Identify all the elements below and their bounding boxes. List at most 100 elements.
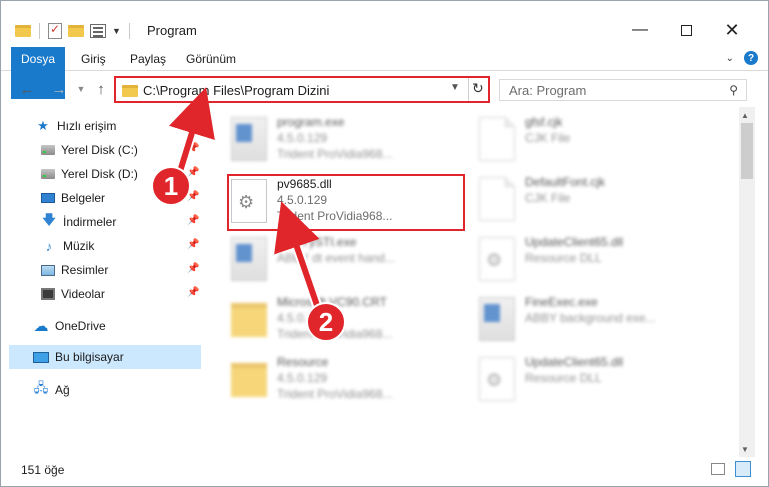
title-bar: ▼ Program — ✕ [1,1,768,47]
recent-locations-button[interactable]: ▼ [71,79,91,99]
sidebar-item-this-pc[interactable]: Bu bilgisayar [9,345,201,369]
maximize-icon [680,24,692,36]
list-item[interactable]: gfsf.cjk CJK File [479,113,719,165]
status-bar: 151 öğe [1,457,768,486]
maximize-button[interactable] [663,15,709,45]
sidebar-item-label: Bu bilgisayar [55,350,124,364]
pin-icon[interactable]: 📌 [187,287,199,298]
chevron-down-icon: ▼ [76,84,86,94]
navigation-pane: ★ Hızlı erişim Yerel Disk (C:) 📌 Yerel D… [1,107,205,453]
sidebar-item-label: Hızlı erişim [57,119,117,133]
vertical-scrollbar[interactable]: ▲ ▼ [739,107,755,457]
document-file-icon [479,177,515,221]
properties-check-icon[interactable] [48,22,62,39]
forward-button[interactable]: → [49,79,69,99]
file-type: Resource DLL [525,371,602,385]
sidebar-item-onedrive[interactable]: ☁ OneDrive [1,314,203,338]
ribbon-tabs: Dosya Giriş Paylaş Görünüm ⌄ ? [1,47,768,99]
scroll-up-icon[interactable]: ▲ [741,111,749,120]
folder-icon [231,303,267,337]
file-description: Trident ProVidia968... [277,147,393,161]
list-item[interactable]: ⚙ UpdateClient65.dll Resource DLL [479,233,719,285]
dll-gear-file-icon: ⚙ [479,237,515,281]
tab-view[interactable]: Görünüm [178,47,244,71]
file-type: CJK File [525,191,571,205]
sidebar-item-quick-access[interactable]: ★ Hızlı erişim [1,114,203,138]
document-file-icon [479,117,515,161]
new-folder-icon[interactable] [68,25,84,37]
search-input[interactable] [509,83,709,98]
list-item[interactable]: ABBYySTI.exe ABBY dt event hand... [231,233,471,285]
list-item[interactable]: Resource 4.5.0.129 Trident ProVidia968..… [231,353,471,405]
sidebar-item-videos[interactable]: Videolar 📌 [1,282,203,306]
executable-file-icon [479,297,515,341]
file-name: UpdateClient65.dll [525,355,624,369]
sidebar-item-pictures[interactable]: Resimler 📌 [1,258,203,282]
sidebar-item-label: Yerel Disk (C:) [61,143,138,157]
up-button[interactable]: ↑ [91,79,111,99]
search-icon[interactable]: ⚲ [729,83,738,97]
minimize-button[interactable]: — [617,15,663,45]
file-name: FineExec.exe [525,295,598,309]
list-item[interactable]: FineExec.exe ABBY background exe... [479,293,719,345]
refresh-icon[interactable]: ↻ [472,80,484,97]
file-list: program.exe 4.5.0.129 Trident ProVidia96… [205,107,739,453]
folder-icon [122,85,138,97]
back-button[interactable]: ← [17,79,37,99]
callout-step-2: 2 [306,302,346,342]
highlight-box [227,174,465,231]
pin-icon[interactable]: 📌 [187,263,199,274]
folder-icon [15,25,31,37]
arrow-right-icon: → [51,80,67,98]
list-properties-icon[interactable] [90,24,106,38]
close-button[interactable]: ✕ [709,15,755,45]
sidebar-item-label: Yerel Disk (D:) [61,167,138,181]
sidebar-item-network[interactable]: 🖧 Ağ [1,378,203,402]
hard-drive-icon [41,169,55,179]
help-icon[interactable]: ? [744,51,758,65]
sidebar-item-label: Resimler [61,263,109,277]
pin-icon[interactable]: 📌 [187,143,199,154]
file-name: DefaultFont.cjk [525,175,606,189]
scroll-down-icon[interactable]: ▼ [741,445,749,454]
search-box[interactable]: ⚲ [499,79,747,101]
address-history-chevron-down-icon[interactable]: ▼ [450,82,460,93]
file-name: Resource [277,355,329,369]
toolbar-divider [128,23,130,39]
list-item[interactable]: Microsoft.VC90.CRT 4.5.0.129 Trident Pro… [231,293,471,345]
large-icons-view-icon[interactable] [735,461,751,477]
customize-toolbar-chevron-down-icon[interactable]: ▼ [112,26,121,36]
sidebar-item-label: Ağ [55,383,70,397]
folder-icon [231,363,267,397]
tab-share[interactable]: Paylaş [122,47,174,71]
file-type: ABBY background exe... [525,311,656,325]
sidebar-item-drive-c[interactable]: Yerel Disk (C:) 📌 [1,138,203,162]
pin-icon[interactable]: 📌 [187,215,199,226]
address-divider [468,78,469,101]
sidebar-item-label: OneDrive [55,319,106,333]
address-path[interactable]: C:\Program Files\Program Dizini [143,83,329,98]
address-bar[interactable]: C:\Program Files\Program Dizini ▼ ↻ [114,76,490,103]
sidebar-item-music[interactable]: ♪ Müzik 📌 [1,234,203,258]
tab-home[interactable]: Giriş [73,47,114,71]
hard-drive-icon [41,145,55,155]
executable-file-icon [231,117,267,161]
file-name: UpdateClient65.dll [525,235,624,249]
file-version: ABBY dt event hand... [277,251,395,265]
pin-icon[interactable]: 📌 [187,239,199,250]
details-view-icon[interactable] [711,463,725,475]
ribbon-controls: ⌄ ? [726,51,758,65]
window-title: Program [147,23,197,38]
list-item[interactable]: ⚙ UpdateClient65.dll Resource DLL [479,353,719,405]
callout-step-1: 1 [151,166,191,206]
list-item[interactable]: program.exe 4.5.0.129 Trident ProVidia96… [231,113,471,165]
scroll-thumb[interactable] [741,123,753,179]
list-item[interactable]: DefaultFont.cjk CJK File [479,173,719,225]
navigation-bar: ← → ▼ ↑ C:\Program Files\Program Dizini … [1,73,768,105]
executable-file-icon [231,237,267,281]
arrow-left-icon: ← [19,80,35,98]
file-version: 4.5.0.129 [277,371,328,385]
sidebar-item-downloads[interactable]: 🡇 İndirmeler 📌 [1,210,203,234]
file-type: Resource DLL [525,251,602,265]
expand-ribbon-chevron-icon[interactable]: ⌄ [726,53,734,64]
